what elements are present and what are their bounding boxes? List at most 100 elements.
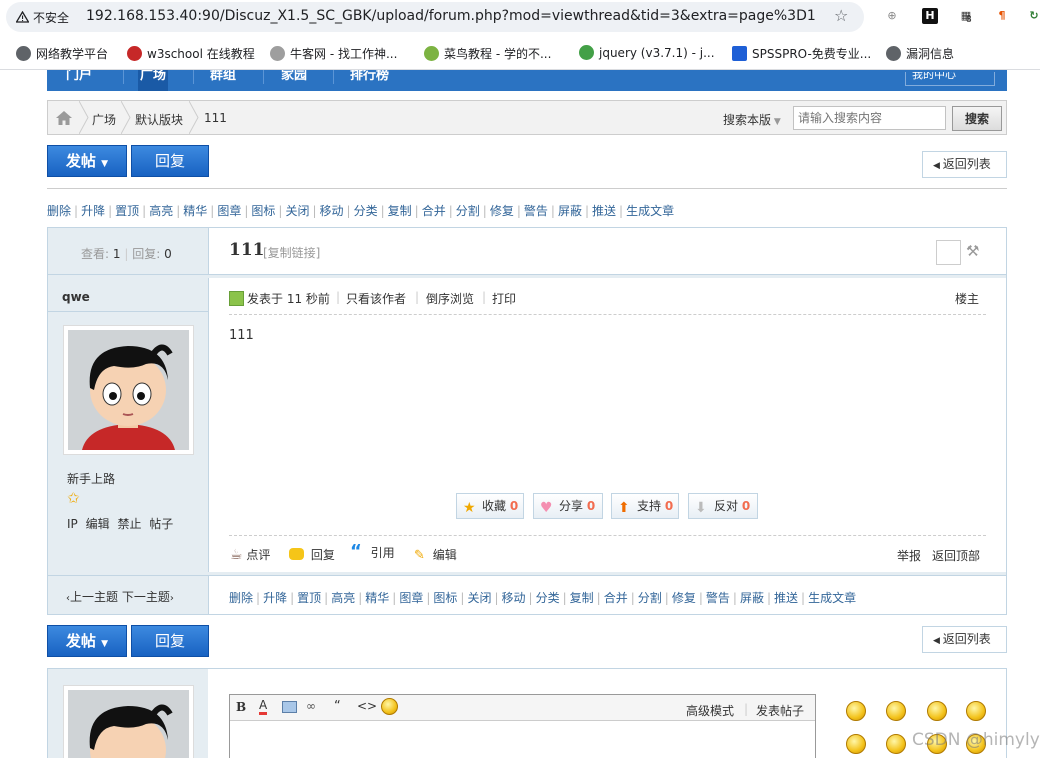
edit-post-link[interactable]: ✎ 编辑 [414,546,457,563]
mod-link[interactable]: 屏蔽 [740,591,764,605]
mod-link[interactable]: 删除 [229,591,253,605]
prev-thread-link[interactable]: 上一主题 [70,590,118,604]
bookmark-item[interactable]: jquery (v3.7.1) - j... [579,45,715,60]
mod-link[interactable]: 警告 [706,591,730,605]
advanced-mode-link[interactable]: 高级模式 [686,702,734,719]
my-center-menu[interactable]: 我的中心 [905,72,995,86]
user-posts-link[interactable]: 帖子 [149,517,173,531]
post-reply-link[interactable]: 回复 [289,546,335,563]
nav-item-portal[interactable]: 门户 [66,70,92,91]
extension-link-icon[interactable]: ⊕ [884,8,900,24]
reply-button[interactable]: 回复 [131,145,209,177]
mod-link[interactable]: 移动 [320,204,344,218]
extension-refresh-icon[interactable]: ↻ [1026,8,1040,24]
mod-link[interactable]: 精华 [365,591,389,605]
next-thread-link[interactable]: 下一主题 [122,590,170,604]
bookmark-item[interactable]: 牛客网 - 找工作神... [270,45,397,62]
insecure-indicator[interactable]: 不安全 [16,9,69,26]
quote-icon[interactable]: “ [334,699,341,714]
mod-link[interactable]: 生成文章 [626,204,674,218]
mod-link[interactable]: 分割 [456,204,480,218]
edit-user-link[interactable]: 编辑 [86,517,110,531]
emoji-icon[interactable] [381,698,398,715]
mod-link[interactable]: 图章 [399,591,423,605]
grin-face-icon[interactable] [927,701,947,721]
search-scope-select[interactable]: 搜索本版 ▼ [723,111,781,128]
search-input[interactable] [793,106,946,130]
share-button[interactable]: ♥ 分享 0 [533,493,603,519]
back-to-top-link[interactable]: 返回顶部 [932,547,980,564]
quote-link[interactable]: “ 引用 [350,543,395,561]
breadcrumb-item[interactable]: 广场 [92,111,116,128]
favorite-button[interactable]: ★ 收藏 0 [456,493,524,519]
bookmark-item[interactable]: SPSSPRO-免费专业... [732,45,871,62]
mod-link[interactable]: 图标 [251,204,275,218]
nav-item-ranking[interactable]: 排行榜 [350,70,389,91]
smiley-icon[interactable] [846,701,866,721]
mod-link[interactable]: 分类 [354,204,378,218]
image-icon[interactable] [282,701,297,713]
new-post-button-bottom[interactable]: 发帖 ▼ [47,625,127,657]
reply-button-bottom[interactable]: 回复 [131,625,209,657]
search-button[interactable]: 搜索 [952,106,1002,131]
shy-face-icon[interactable] [886,734,906,754]
mod-link[interactable]: 修复 [672,591,696,605]
mod-link[interactable]: 移动 [502,591,526,605]
home-icon[interactable] [55,110,73,126]
mod-link[interactable]: 关闭 [467,591,491,605]
back-to-list-button-bottom[interactable]: ◀ 返回列表 [922,626,1007,653]
report-link[interactable]: 举报 [897,547,921,564]
cross-face-icon[interactable] [846,734,866,754]
angry-face-icon[interactable] [966,701,986,721]
support-button[interactable]: ⬆ 支持 0 [611,493,679,519]
url-text[interactable]: 192.168.153.40:90/Discuz_X1.5_SC_GBK/upl… [86,8,816,24]
author-name[interactable]: qwe [62,290,90,304]
mod-link[interactable]: 关闭 [285,204,309,218]
print-link[interactable]: 打印 [492,290,516,307]
bookmark-item[interactable]: 菜鸟教程 - 学的不... [424,45,551,62]
oppose-button[interactable]: ⬇ 反对 0 [688,493,758,519]
mod-link[interactable]: 图标 [433,591,457,605]
mod-link[interactable]: 推送 [774,591,798,605]
mod-link[interactable]: 升降 [81,204,105,218]
mod-link[interactable]: 置顶 [115,204,139,218]
mod-link[interactable]: 生成文章 [808,591,856,605]
bookmark-item[interactable]: 漏洞信息 [886,45,954,62]
comment-link[interactable]: ☕ 点评 [230,546,270,563]
mod-link[interactable]: 复制 [570,591,594,605]
mod-link[interactable]: 复制 [388,204,412,218]
nav-item-group[interactable]: 群组 [210,70,236,91]
reverse-order-link[interactable]: 倒序浏览 [426,290,474,307]
bookmark-item[interactable]: w3school 在线教程 [127,45,255,62]
extension-badge-icon[interactable]: ▦ 8 [958,8,974,25]
author-only-link[interactable]: 只看该作者 [346,290,406,307]
mod-link[interactable]: 修复 [490,204,514,218]
mod-link[interactable]: 升降 [263,591,287,605]
mod-link[interactable]: 高亮 [331,591,355,605]
bold-button[interactable]: B [236,700,246,714]
nav-item-square[interactable]: 广场 [138,70,169,91]
extension-pilcrow-icon[interactable]: ¶ [994,8,1010,24]
mod-link[interactable]: 精华 [183,204,207,218]
mod-link[interactable]: 分类 [536,591,560,605]
new-post-button[interactable]: 发帖 ▼ [47,145,127,177]
submit-post-link[interactable]: 发表帖子 [756,702,804,719]
back-to-list-button[interactable]: ◀ 返回列表 [922,151,1007,178]
mod-link[interactable]: 合并 [604,591,628,605]
mod-link[interactable]: 高亮 [149,204,173,218]
copy-link[interactable]: [复制链接] [263,244,320,261]
sad-face-icon[interactable] [886,701,906,721]
breadcrumb-item[interactable]: 默认版块 [135,111,183,128]
bookmark-item[interactable]: 网络教学平台 [16,45,108,62]
link-icon[interactable]: ∞ [306,699,316,713]
tools-icon[interactable]: ⚒ [966,242,979,260]
mod-link[interactable]: 分割 [638,591,662,605]
mod-link[interactable]: 警告 [524,204,548,218]
avatar[interactable] [63,325,194,455]
code-icon[interactable]: <> [357,699,377,713]
ip-link[interactable]: IP [67,517,78,531]
font-color-button[interactable]: A [259,699,268,715]
select-checkbox[interactable] [936,240,961,265]
mod-link[interactable]: 合并 [422,204,446,218]
bookmark-star-icon[interactable]: ☆ [834,6,848,25]
